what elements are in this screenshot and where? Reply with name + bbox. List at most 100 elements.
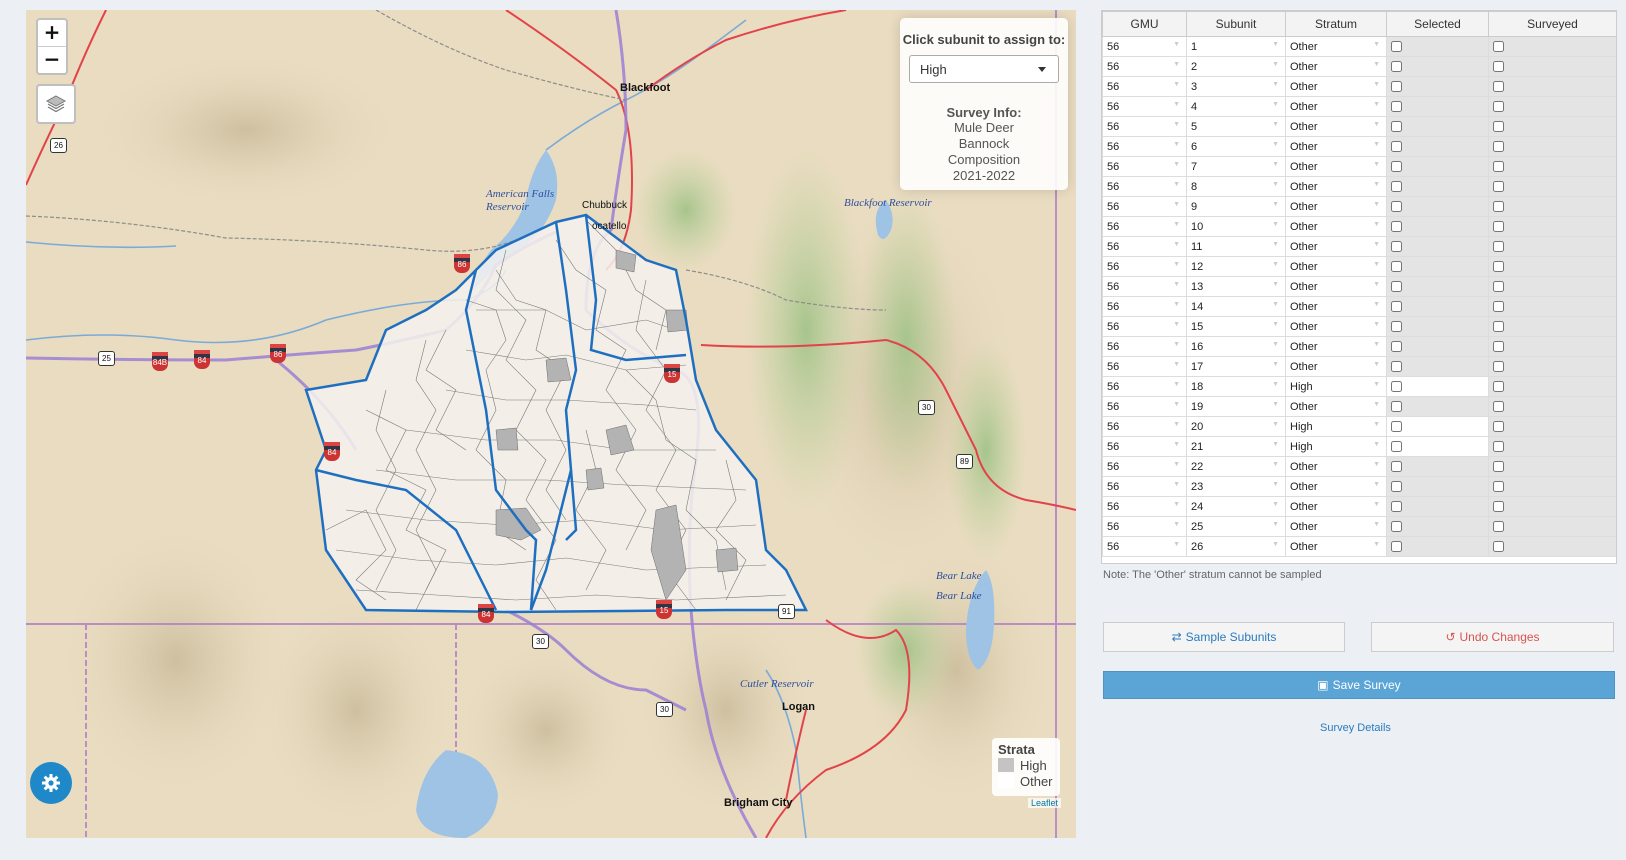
cell-subunit[interactable]: 6 [1186, 136, 1286, 157]
cell-subunit[interactable]: 20 [1186, 416, 1286, 437]
table-row[interactable]: 567Other [1102, 156, 1616, 177]
cell-stratum[interactable]: Other [1285, 336, 1387, 357]
cell-subunit[interactable]: 15 [1186, 316, 1286, 337]
selected-checkbox[interactable] [1391, 41, 1402, 52]
cell-selected[interactable] [1386, 396, 1489, 417]
cell-selected[interactable] [1386, 456, 1489, 477]
selected-checkbox[interactable] [1391, 61, 1402, 72]
cell-subunit[interactable]: 2 [1186, 56, 1286, 77]
cell-gmu[interactable]: 56 [1102, 476, 1187, 497]
surveyed-checkbox[interactable] [1493, 301, 1504, 312]
cell-surveyed[interactable] [1488, 416, 1616, 437]
cell-selected[interactable] [1386, 356, 1489, 377]
cell-selected[interactable] [1386, 156, 1489, 177]
column-header-stratum[interactable]: Stratum [1285, 11, 1387, 37]
cell-selected[interactable] [1386, 36, 1489, 57]
cell-gmu[interactable]: 56 [1102, 296, 1187, 317]
table-row[interactable]: 5612Other [1102, 256, 1616, 277]
cell-surveyed[interactable] [1488, 316, 1616, 337]
surveyed-checkbox[interactable] [1493, 521, 1504, 532]
cell-selected[interactable] [1386, 56, 1489, 77]
cell-surveyed[interactable] [1488, 56, 1616, 77]
cell-selected[interactable] [1386, 476, 1489, 497]
cell-stratum[interactable]: High [1285, 436, 1387, 457]
layers-button[interactable] [36, 84, 76, 124]
cell-selected[interactable] [1386, 376, 1489, 397]
surveyed-checkbox[interactable] [1493, 101, 1504, 112]
zoom-in-button[interactable]: + [38, 20, 66, 46]
surveyed-checkbox[interactable] [1493, 441, 1504, 452]
cell-gmu[interactable]: 56 [1102, 336, 1187, 357]
cell-stratum[interactable]: Other [1285, 316, 1387, 337]
cell-subunit[interactable]: 14 [1186, 296, 1286, 317]
cell-subunit[interactable]: 19 [1186, 396, 1286, 417]
cell-surveyed[interactable] [1488, 376, 1616, 397]
cell-surveyed[interactable] [1488, 396, 1616, 417]
cell-gmu[interactable]: 56 [1102, 516, 1187, 537]
column-header-gmu[interactable]: GMU [1102, 11, 1187, 37]
selected-checkbox[interactable] [1391, 101, 1402, 112]
cell-selected[interactable] [1386, 316, 1489, 337]
selected-checkbox[interactable] [1391, 381, 1402, 392]
cell-stratum[interactable]: Other [1285, 476, 1387, 497]
surveyed-checkbox[interactable] [1493, 501, 1504, 512]
cell-gmu[interactable]: 56 [1102, 216, 1187, 237]
survey-details-link[interactable]: Survey Details [1320, 722, 1391, 734]
cell-subunit[interactable]: 12 [1186, 256, 1286, 277]
table-row[interactable]: 5621High [1102, 436, 1616, 457]
cell-gmu[interactable]: 56 [1102, 96, 1187, 117]
cell-selected[interactable] [1386, 76, 1489, 97]
surveyed-checkbox[interactable] [1493, 381, 1504, 392]
selected-checkbox[interactable] [1391, 461, 1402, 472]
cell-subunit[interactable]: 24 [1186, 496, 1286, 517]
cell-subunit[interactable]: 21 [1186, 436, 1286, 457]
cell-stratum[interactable]: Other [1285, 56, 1387, 77]
selected-checkbox[interactable] [1391, 481, 1402, 492]
cell-surveyed[interactable] [1488, 216, 1616, 237]
cell-selected[interactable] [1386, 116, 1489, 137]
cell-stratum[interactable]: Other [1285, 496, 1387, 517]
cell-gmu[interactable]: 56 [1102, 396, 1187, 417]
table-row[interactable]: 568Other [1102, 176, 1616, 197]
selected-checkbox[interactable] [1391, 161, 1402, 172]
surveyed-checkbox[interactable] [1493, 201, 1504, 212]
table-row[interactable]: 564Other [1102, 96, 1616, 117]
surveyed-checkbox[interactable] [1493, 361, 1504, 372]
cell-gmu[interactable]: 56 [1102, 316, 1187, 337]
cell-surveyed[interactable] [1488, 456, 1616, 477]
cell-stratum[interactable]: Other [1285, 356, 1387, 377]
cell-subunit[interactable]: 17 [1186, 356, 1286, 377]
cell-surveyed[interactable] [1488, 96, 1616, 117]
surveyed-checkbox[interactable] [1493, 481, 1504, 492]
surveyed-checkbox[interactable] [1493, 241, 1504, 252]
undo-changes-button[interactable]: ↺ Undo Changes [1371, 622, 1614, 652]
cell-gmu[interactable]: 56 [1102, 196, 1187, 217]
cell-stratum[interactable]: Other [1285, 176, 1387, 197]
cell-selected[interactable] [1386, 536, 1489, 557]
selected-checkbox[interactable] [1391, 81, 1402, 92]
cell-stratum[interactable]: Other [1285, 96, 1387, 117]
column-header-surveyed[interactable]: Surveyed [1488, 11, 1616, 37]
cell-stratum[interactable]: Other [1285, 76, 1387, 97]
cell-gmu[interactable]: 56 [1102, 416, 1187, 437]
surveyed-checkbox[interactable] [1493, 181, 1504, 192]
cell-gmu[interactable]: 56 [1102, 156, 1187, 177]
cell-selected[interactable] [1386, 236, 1489, 257]
cell-selected[interactable] [1386, 256, 1489, 277]
table-row[interactable]: 566Other [1102, 136, 1616, 157]
cell-surveyed[interactable] [1488, 536, 1616, 557]
selected-checkbox[interactable] [1391, 141, 1402, 152]
cell-selected[interactable] [1386, 336, 1489, 357]
table-row[interactable]: 569Other [1102, 196, 1616, 217]
cell-subunit[interactable]: 22 [1186, 456, 1286, 477]
cell-stratum[interactable]: Other [1285, 136, 1387, 157]
cell-selected[interactable] [1386, 296, 1489, 317]
cell-subunit[interactable]: 4 [1186, 96, 1286, 117]
surveyed-checkbox[interactable] [1493, 401, 1504, 412]
table-row[interactable]: 5620High [1102, 416, 1616, 437]
table-row[interactable]: 5618High [1102, 376, 1616, 397]
cell-gmu[interactable]: 56 [1102, 116, 1187, 137]
surveyed-checkbox[interactable] [1493, 141, 1504, 152]
cell-surveyed[interactable] [1488, 136, 1616, 157]
table-row[interactable]: 561Other [1102, 36, 1616, 57]
